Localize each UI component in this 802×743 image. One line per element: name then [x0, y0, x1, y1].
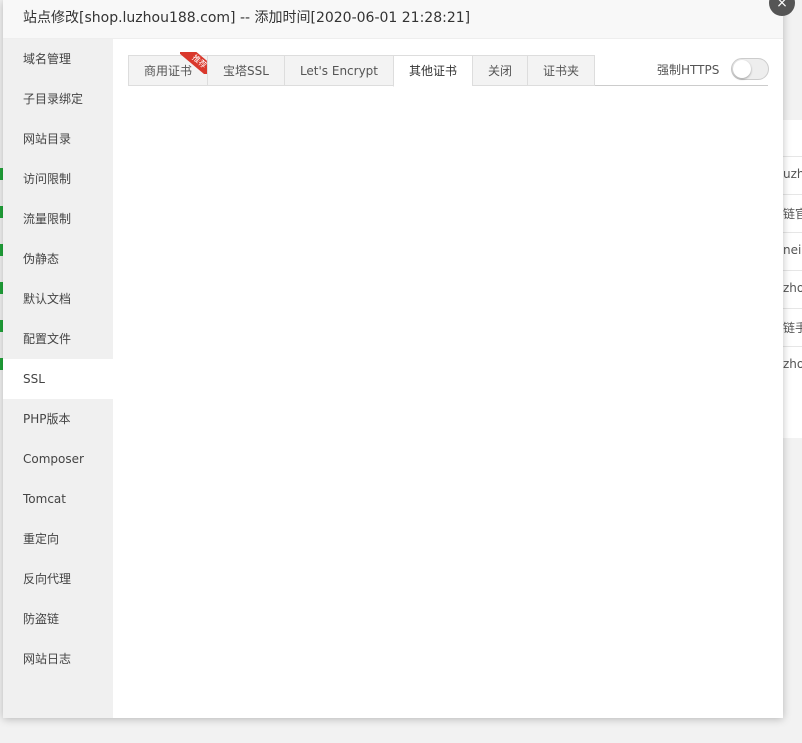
background-row: neil — [783, 232, 802, 271]
background-row: 链官 — [783, 194, 802, 233]
tab-commercial-cert[interactable]: 商用证书 推荐 — [128, 52, 211, 86]
ssl-panel: 商用证书 推荐 宝塔SSL Let's Encrypt 其他证书 关闭 证书夹 … — [113, 39, 783, 718]
tab-baota-ssl[interactable]: 宝塔SSL — [207, 55, 284, 86]
sidebar-item-subdir-binding[interactable]: 子目录绑定 — [3, 79, 113, 119]
force-https-label: 强制HTTPS — [657, 62, 720, 77]
recommend-badge: 推荐 — [180, 52, 211, 74]
modal-title: 站点修改[shop.luzhou188.com] -- 添加时间[2020-06… — [3, 0, 783, 39]
sidebar-item-config-file[interactable]: 配置文件 — [3, 319, 113, 359]
sidebar-item-rewrite[interactable]: 伪静态 — [3, 239, 113, 279]
sidebar: 域名管理 子目录绑定 网站目录 访问限制 流量限制 伪静态 默认文档 配置文件 … — [3, 39, 113, 718]
sidebar-item-domain[interactable]: 域名管理 — [3, 39, 113, 79]
background-row: zho — [783, 270, 802, 309]
background-row: zho — [783, 346, 802, 385]
sidebar-item-tomcat[interactable]: Tomcat — [3, 479, 113, 519]
background-row-text: zho — [783, 357, 802, 371]
background-row-text: 链手 — [783, 321, 802, 335]
background-row-text: zho — [783, 281, 802, 295]
sidebar-item-composer[interactable]: Composer — [3, 439, 113, 479]
background-row-text: 链官 — [783, 207, 802, 221]
tab-cert-folder[interactable]: 证书夹 — [527, 55, 596, 86]
sidebar-item-hotlink-protection[interactable]: 防盗链 — [3, 599, 113, 639]
background-row: uzho — [783, 156, 802, 195]
sidebar-item-php-version[interactable]: PHP版本 — [3, 399, 113, 439]
force-https-toggle[interactable] — [731, 58, 770, 80]
sidebar-item-redirect[interactable]: 重定向 — [3, 519, 113, 559]
background-row-text: uzho — [783, 167, 802, 181]
force-https: 强制HTTPS — [657, 58, 770, 80]
sidebar-item-site-directory[interactable]: 网站目录 — [3, 119, 113, 159]
tab-other-cert[interactable]: 其他证书 — [393, 55, 473, 87]
background-row: 链手 — [783, 308, 802, 347]
site-edit-modal: 站点修改[shop.luzhou188.com] -- 添加时间[2020-06… — [3, 0, 795, 718]
sidebar-item-access-limit[interactable]: 访问限制 — [3, 159, 113, 199]
sidebar-item-ssl[interactable]: SSL — [3, 359, 113, 399]
sidebar-item-default-doc[interactable]: 默认文档 — [3, 279, 113, 319]
toggle-knob — [733, 60, 752, 78]
sidebar-item-reverse-proxy[interactable]: 反向代理 — [3, 559, 113, 599]
sidebar-item-site-log[interactable]: 网站日志 — [3, 639, 113, 679]
sidebar-item-traffic-limit[interactable]: 流量限制 — [3, 199, 113, 239]
recommend-badge-text: 推荐 — [180, 52, 211, 74]
background-row-text: neil — [783, 243, 802, 257]
tab-lets-encrypt[interactable]: Let's Encrypt — [283, 55, 394, 86]
tab-close-ssl[interactable]: 关闭 — [472, 55, 528, 86]
